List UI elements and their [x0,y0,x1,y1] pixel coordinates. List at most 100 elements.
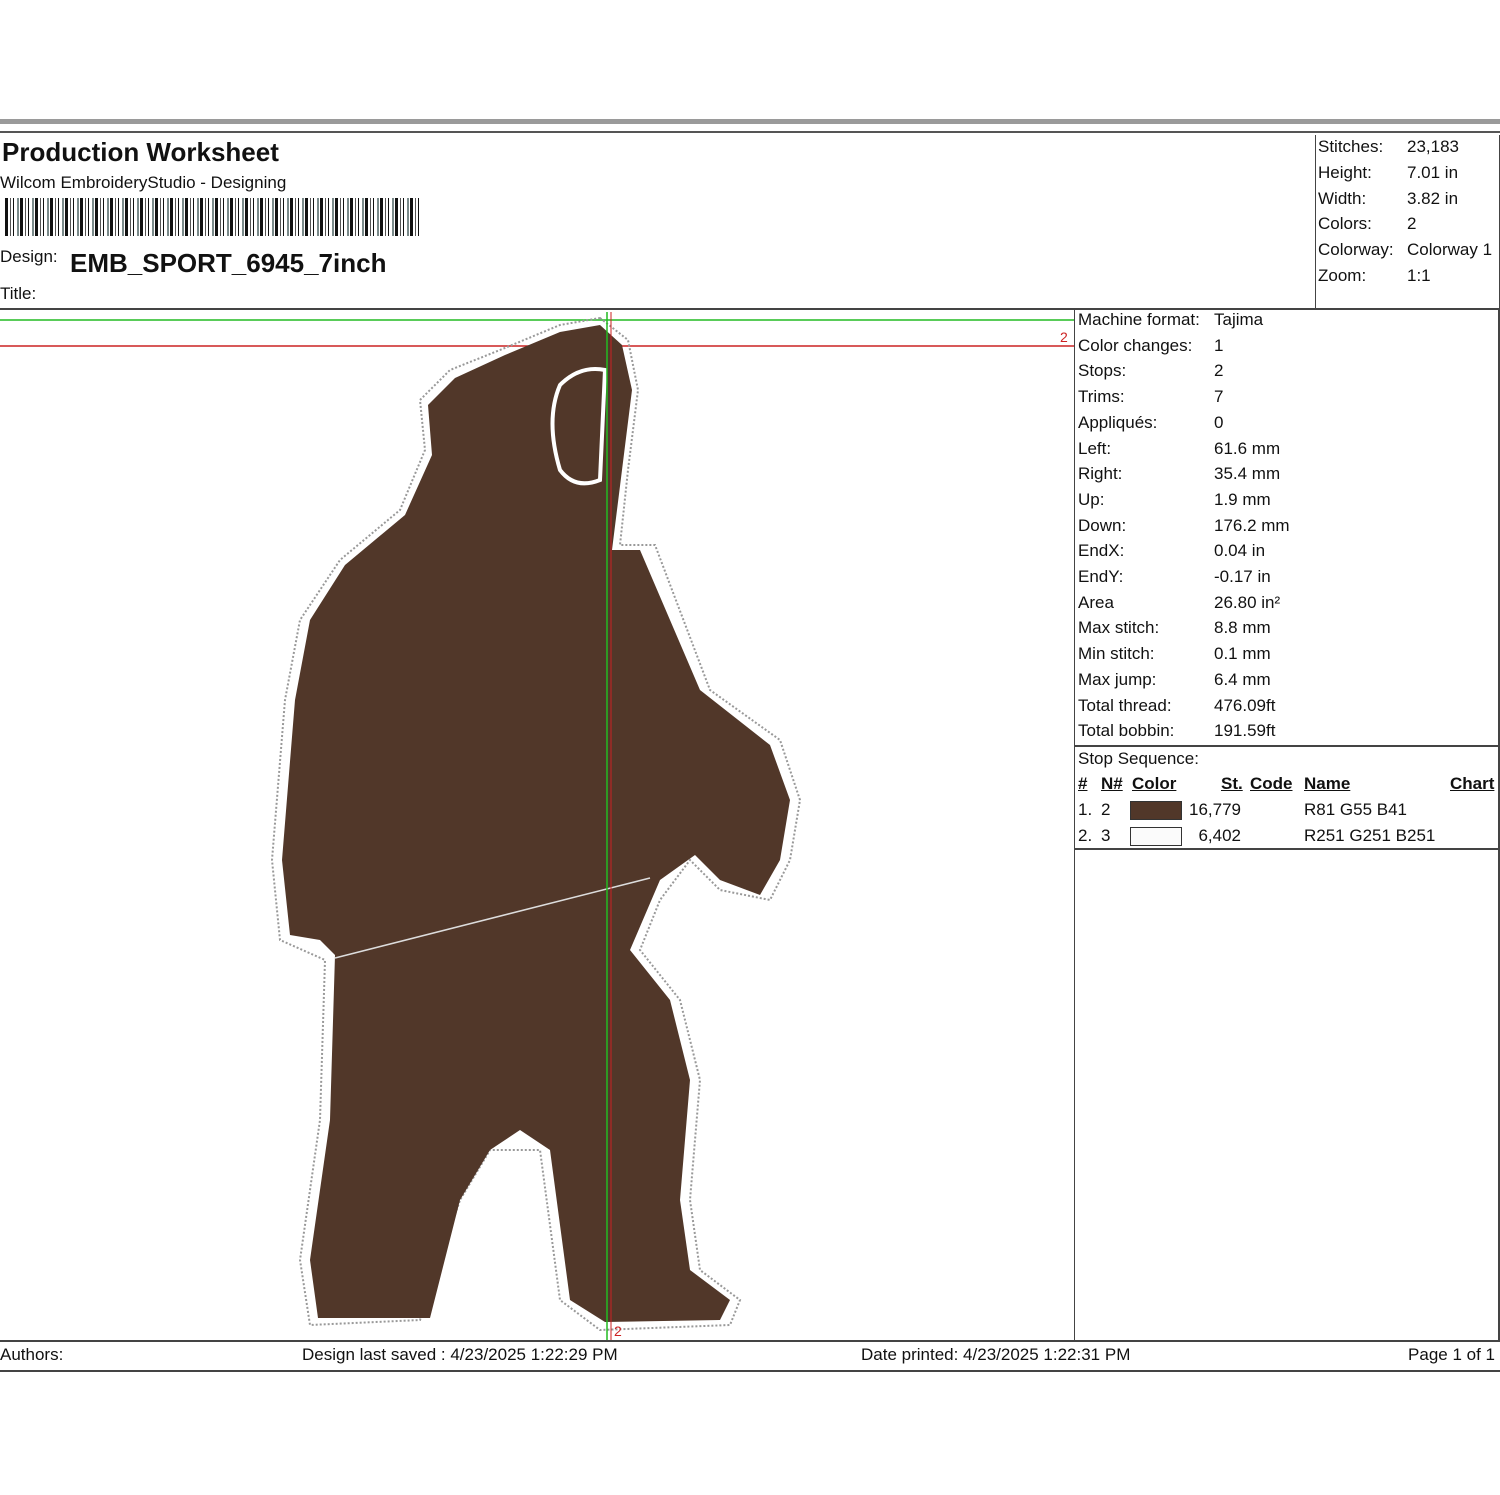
detail-label: Appliqués: [1078,412,1158,432]
summary-label: Height: [1318,162,1372,182]
detail-row: Max stitch: 8.8 mm [1078,618,1271,638]
detail-label: Trims: [1078,387,1125,407]
detail-label: Right: [1078,464,1123,484]
detail-value: 0.1 mm [1214,644,1271,664]
detail-value: 1.9 mm [1214,489,1271,509]
detail-label: Max stitch: [1078,618,1160,638]
details-panel: Machine format: Tajima Color changes: 1 Stop… [1075,308,1500,1340]
stop-needle: 3 [1101,826,1111,845]
col-num: # [1078,774,1088,793]
detail-label: Machine format: [1078,310,1200,329]
summary-label: Stitches: [1318,137,1384,156]
detail-label: Down: [1078,515,1127,535]
stop-sequence-title: Stop Sequence: [1078,749,1199,768]
detail-label: Up: [1078,489,1105,509]
design-canvas: 2 2 [0,308,1075,1340]
divider [1075,848,1498,850]
authors-label: Authors: [0,1345,64,1364]
detail-row: EndY: -0.17 in [1078,567,1271,587]
col-code: Code [1250,774,1293,793]
stop-stitches: 6,402 [1198,826,1241,845]
page-number: Page 1 of 1 [1408,1345,1495,1364]
detail-label: Total thread: [1078,695,1172,715]
detail-label: Color changes: [1078,335,1193,355]
page-title: Production Worksheet [2,137,279,167]
detail-row: Total bobbin: 191.59ft [1078,721,1275,741]
detail-row: Appliqués: 0 [1078,412,1223,433]
detail-label: Area [1078,592,1114,612]
detail-label: Left: [1078,438,1112,458]
footer: Authors: Design last saved : 4/23/2025 1… [0,1340,1500,1372]
barcode [5,198,420,236]
summary-value: 1:1 [1407,266,1431,285]
detail-row: Down: 176.2 mm [1078,515,1290,536]
detail-value: 26.80 in² [1214,592,1281,612]
col-color: Color [1132,774,1177,793]
detail-value: 35.4 mm [1214,464,1281,484]
summary-label: Colors: [1318,214,1372,234]
detail-value: 6.4 mm [1214,669,1271,689]
top-rule [0,119,1500,124]
stop-color-name: R251 G251 B251 [1304,826,1436,845]
detail-value: 1 [1214,335,1224,355]
detail-row: EndX: 0.04 in [1078,541,1265,561]
detail-label: Min stitch: [1078,644,1155,664]
marker-top: 2 [1060,329,1068,345]
summary-value: 7.01 in [1407,162,1459,182]
detail-row: Color changes: 1 [1078,335,1223,356]
col-needle: N# [1101,774,1123,793]
detail-value: 191.59ft [1214,721,1276,741]
detail-row: Max jump: 6.4 mm [1078,669,1271,690]
summary-value: Colorway 1 [1407,240,1493,260]
detail-label: Stops: [1078,361,1127,381]
summary-label: Width: [1318,188,1367,208]
divider [1075,745,1498,747]
detail-row: Left: 61.6 mm [1078,438,1280,459]
col-chart: Chart [1450,774,1495,793]
detail-value: Tajima [1214,310,1264,329]
detail-row: Machine format: Tajima [1078,310,1263,330]
detail-value: 0 [1214,412,1224,432]
detail-value: 8.8 mm [1214,618,1271,638]
summary-label: Zoom: [1318,266,1367,285]
detail-row: Stops: 2 [1078,361,1223,381]
last-saved: Design last saved : 4/23/2025 1:22:29 PM [302,1345,618,1364]
date-printed: Date printed: 4/23/2025 1:22:31 PM [861,1345,1131,1364]
detail-label: Total bobbin: [1078,721,1175,741]
stop-num: 2. [1078,826,1093,845]
detail-row: Up: 1.9 mm [1078,489,1271,510]
detail-label: EndX: [1078,541,1125,561]
detail-row: Area 26.80 in² [1078,592,1280,613]
detail-row: Total thread: 476.09ft [1078,695,1275,716]
detail-value: 176.2 mm [1214,515,1290,535]
stop-color-name: R81 G55 B41 [1304,800,1408,819]
detail-label: EndY: [1078,567,1124,586]
detail-value: 0.04 in [1214,541,1266,561]
bear-design [282,325,790,1322]
top-line [0,131,1500,133]
col-name: Name [1304,774,1351,793]
detail-value: 2 [1214,361,1224,381]
color-swatch [1130,801,1182,820]
detail-row: Min stitch: 0.1 mm [1078,644,1271,664]
summary-value: 3.82 in [1407,188,1459,208]
detail-row: Trims: 7 [1078,387,1223,407]
subtitle: Wilcom EmbroideryStudio - Designing [0,173,287,192]
detail-value: 61.6 mm [1214,438,1281,458]
summary-value: 2 [1407,214,1417,234]
stop-stitches: 16,779 [1189,800,1241,819]
detail-label: Max jump: [1078,669,1157,689]
design-label: Design: [0,247,58,266]
color-swatch [1130,827,1182,846]
stop-num: 1. [1078,800,1093,819]
col-stitches: St. [1221,774,1243,793]
detail-value: 476.09ft [1214,695,1276,715]
marker-bottom: 2 [614,1323,622,1339]
summary-value: 23,183 [1407,137,1459,156]
title-label: Title: [0,284,37,303]
detail-value: 7 [1214,387,1224,407]
detail-row: Right: 35.4 mm [1078,464,1280,484]
design-name: EMB_SPORT_6945_7inch [70,248,387,278]
summary-label: Colorway: [1318,240,1394,260]
detail-value: -0.17 in [1214,567,1271,586]
